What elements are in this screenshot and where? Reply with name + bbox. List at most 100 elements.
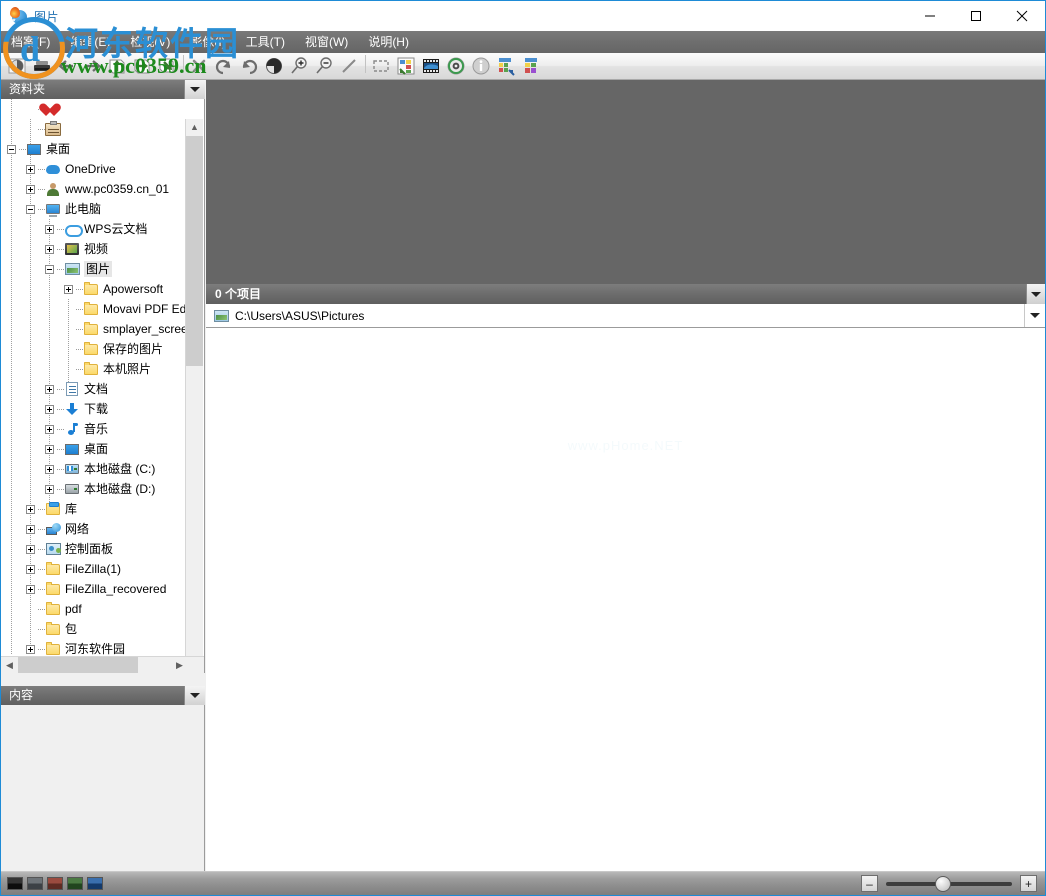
color-swatch[interactable] xyxy=(7,877,23,890)
tree-node[interactable]: FileZilla_recovered xyxy=(1,579,187,599)
slideshow-film-icon[interactable] xyxy=(419,55,443,78)
tree-expander-minus-icon[interactable] xyxy=(45,265,54,274)
zoom-slider-track[interactable] xyxy=(886,882,1012,886)
tree-node[interactable]: OneDrive xyxy=(1,159,187,179)
minimize-button[interactable] xyxy=(907,1,953,31)
tree-node[interactable] xyxy=(1,99,187,119)
tree-expander-plus-icon[interactable] xyxy=(26,505,35,514)
tree-node[interactable]: 包 xyxy=(1,619,187,639)
menu-file[interactable]: 档案(F) xyxy=(1,31,60,53)
tree-expander-plus-icon[interactable] xyxy=(45,485,54,494)
last-page-icon[interactable] xyxy=(130,55,154,78)
first-page-icon[interactable] xyxy=(105,55,129,78)
tree-node[interactable]: 网络 xyxy=(1,519,187,539)
tree-node[interactable]: 视频 xyxy=(1,239,187,259)
tree-expander-plus-icon[interactable] xyxy=(26,545,35,554)
tree-expander-plus-icon[interactable] xyxy=(45,225,54,234)
zoom-out-button[interactable]: – xyxy=(861,875,878,892)
close-button[interactable] xyxy=(999,1,1045,31)
tree-expander-plus-icon[interactable] xyxy=(45,425,54,434)
tree-node[interactable]: 图片 xyxy=(1,259,187,279)
tree-expander-plus-icon[interactable] xyxy=(26,165,35,174)
tree-expander-plus-icon[interactable] xyxy=(45,385,54,394)
line-tool-icon[interactable] xyxy=(337,55,361,78)
menu-edit[interactable]: 编辑(E) xyxy=(60,31,120,53)
tree-expander-plus-icon[interactable] xyxy=(45,405,54,414)
menu-image[interactable]: 影像(I) xyxy=(180,31,235,53)
tree-scroll-thumb[interactable] xyxy=(186,136,203,366)
tree-node[interactable]: 本地磁盘 (C:) xyxy=(1,459,187,479)
rotate-left-icon[interactable] xyxy=(212,55,236,78)
tree-node[interactable]: pdf xyxy=(1,599,187,619)
tree-node[interactable]: 河东软件园 xyxy=(1,639,187,655)
image-preview-area[interactable] xyxy=(206,80,1045,284)
tree-expander-plus-icon[interactable] xyxy=(26,565,35,574)
tree-node[interactable]: 本地磁盘 (D:) xyxy=(1,479,187,499)
tree-expander-plus-icon[interactable] xyxy=(26,645,35,654)
rotate-right-icon[interactable] xyxy=(237,55,261,78)
tree-expander-plus-icon[interactable] xyxy=(26,525,35,534)
thumbnail-view-icon[interactable] xyxy=(5,55,29,78)
tree-node[interactable]: www.pc0359.cn_01 xyxy=(1,179,187,199)
menu-window[interactable]: 视窗(W) xyxy=(295,31,358,53)
tree-node[interactable]: 控制面板 xyxy=(1,539,187,559)
tree-expander-plus-icon[interactable] xyxy=(64,285,73,294)
forward-arrow-icon[interactable] xyxy=(80,55,104,78)
cd-burn-icon[interactable] xyxy=(444,55,468,78)
tree-node[interactable]: 桌面 xyxy=(1,139,187,159)
tree-node[interactable] xyxy=(1,119,187,139)
zoom-in-icon[interactable] xyxy=(287,55,311,78)
tree-node[interactable]: 保存的图片 xyxy=(1,339,187,359)
tree-node[interactable]: 库 xyxy=(1,499,187,519)
delete-x-icon[interactable] xyxy=(187,55,211,78)
folders-panel-collapse-button[interactable] xyxy=(184,80,205,99)
info-icon[interactable] xyxy=(469,55,493,78)
tree-expander-plus-icon[interactable] xyxy=(26,185,35,194)
color-swatch[interactable] xyxy=(87,877,103,890)
next-folder-icon[interactable] xyxy=(155,55,179,78)
path-dropdown-button[interactable] xyxy=(1024,304,1045,327)
zoom-slider-thumb[interactable] xyxy=(935,876,951,892)
tree-node[interactable]: WPS云文档 xyxy=(1,219,187,239)
menu-help[interactable]: 说明(H) xyxy=(358,31,419,53)
item-count-dropdown-button[interactable] xyxy=(1026,284,1045,304)
menu-tools[interactable]: 工具(T) xyxy=(236,31,295,53)
contrast-icon[interactable] xyxy=(262,55,286,78)
palette-icon[interactable] xyxy=(519,55,543,78)
color-swatch[interactable] xyxy=(47,877,63,890)
tree-node[interactable]: smplayer_scree xyxy=(1,319,187,339)
maximize-button[interactable] xyxy=(953,1,999,31)
file-list-area[interactable]: www.pHome.NET xyxy=(206,328,1045,871)
tree-scroll-up-button[interactable]: ▲ xyxy=(186,119,203,136)
batch-convert-icon[interactable] xyxy=(394,55,418,78)
tree-expander-plus-icon[interactable] xyxy=(45,245,54,254)
content-panel-collapse-button[interactable] xyxy=(184,686,205,705)
tree-expander-plus-icon[interactable] xyxy=(45,445,54,454)
tree-expander-minus-icon[interactable] xyxy=(26,205,35,214)
zoom-out-icon[interactable] xyxy=(312,55,336,78)
tree-expander-plus-icon[interactable] xyxy=(45,465,54,474)
tree-node[interactable]: 下载 xyxy=(1,399,187,419)
scanner-icon[interactable] xyxy=(30,55,54,78)
back-arrow-icon[interactable] xyxy=(55,55,79,78)
tree-scroll-left-button[interactable]: ◀ xyxy=(1,657,18,673)
tree-horizontal-scrollbar[interactable]: ◀ ▶ xyxy=(1,656,205,673)
tree-node[interactable]: 音乐 xyxy=(1,419,187,439)
path-bar[interactable]: C:\Users\ASUS\Pictures xyxy=(206,304,1045,328)
color-swatch[interactable] xyxy=(67,877,83,890)
tree-expander-minus-icon[interactable] xyxy=(7,145,16,154)
tree-node[interactable]: Apowersoft xyxy=(1,279,187,299)
tree-node[interactable]: 文档 xyxy=(1,379,187,399)
tree-expander-plus-icon[interactable] xyxy=(26,585,35,594)
menu-view[interactable]: 检视(V) xyxy=(120,31,180,53)
tree-vertical-scrollbar[interactable]: ▲ ▼ xyxy=(185,119,203,672)
tree-node[interactable]: 桌面 xyxy=(1,439,187,459)
tree-node[interactable]: Movavi PDF Ed xyxy=(1,299,187,319)
color-swatch[interactable] xyxy=(27,877,43,890)
selection-marquee-icon[interactable] xyxy=(369,55,393,78)
zoom-in-button[interactable]: + xyxy=(1020,875,1037,892)
tree-node[interactable]: 此电脑 xyxy=(1,199,187,219)
tree-node[interactable]: 本机照片 xyxy=(1,359,187,379)
tree-hscroll-thumb[interactable] xyxy=(18,657,138,673)
tree-scroll-right-button[interactable]: ▶ xyxy=(171,657,188,673)
